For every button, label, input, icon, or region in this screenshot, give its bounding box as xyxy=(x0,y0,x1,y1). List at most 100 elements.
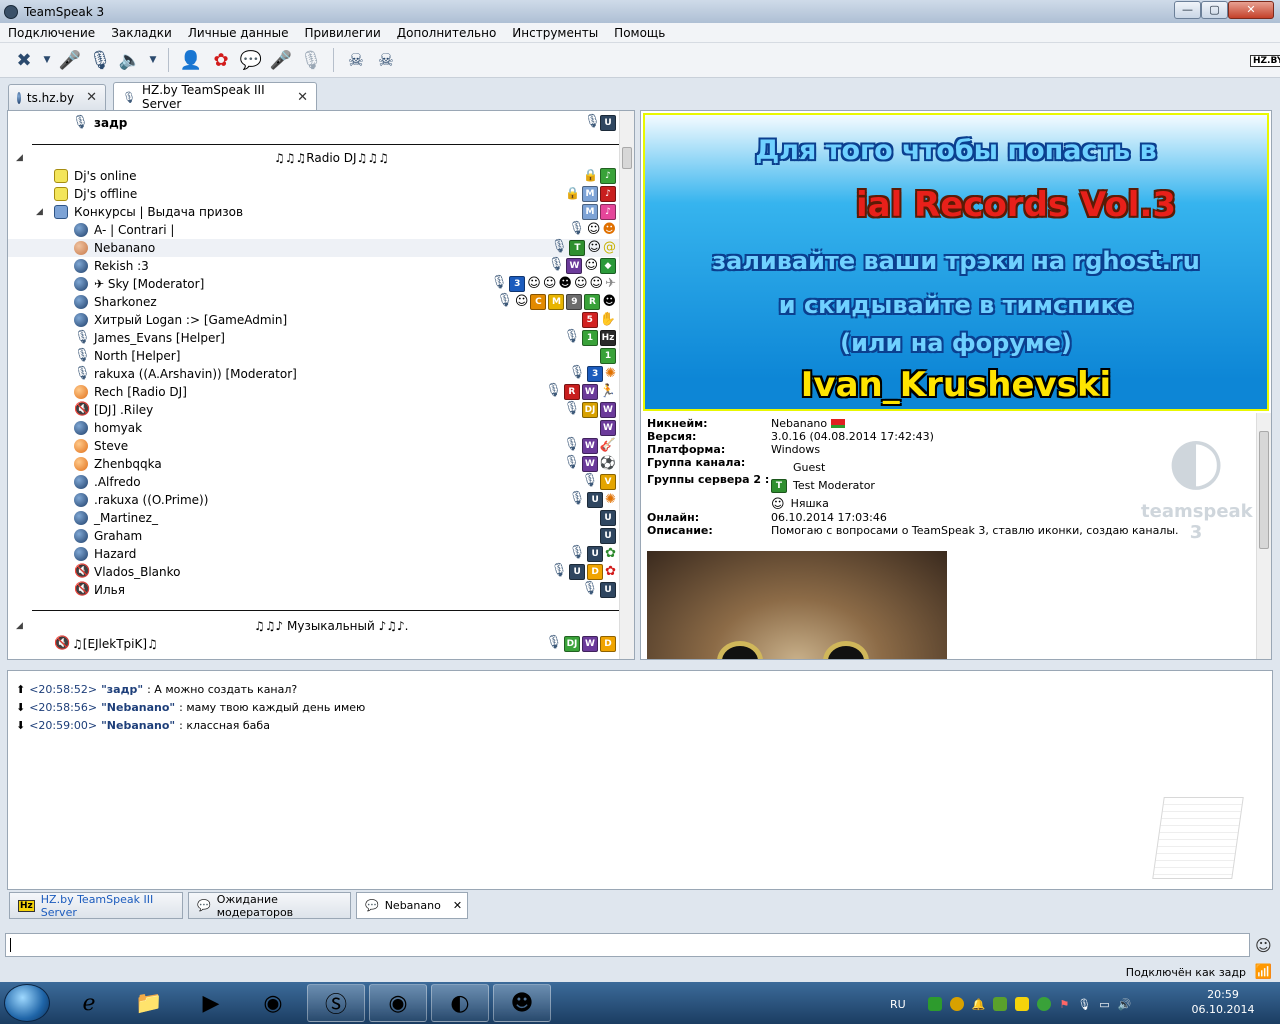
menu-help[interactable]: Помощь xyxy=(606,26,673,40)
mute-microphone-icon[interactable]: 🎙 xyxy=(88,48,112,72)
mute-tray-icon[interactable]: 🎙 xyxy=(1077,998,1091,1011)
skull-crossbones-icon[interactable]: ☠ xyxy=(374,48,398,72)
collapse-arrow-icon[interactable]: ◢ xyxy=(16,621,23,631)
tree-row[interactable]: Sharkonez 🎙 ☺ C M 9 R ☻ xyxy=(8,293,620,311)
chrome-icon[interactable]: ◉ xyxy=(244,984,302,1022)
tree-row[interactable]: ✈ Sky [Moderator] 🎙 3 ☺ ☺ ☻ ☺ ☺ ✈ xyxy=(8,275,620,293)
notification-icon[interactable]: 🔔 xyxy=(972,998,986,1011)
close-window-button[interactable]: ✕ xyxy=(1228,1,1274,19)
menu-connections[interactable]: Подключение xyxy=(0,26,103,40)
channel-tree[interactable]: 🎙 задр 🎙 U ◢ ♫♫♫Radio DJ♫♫♫ Dj's online 🔒… xyxy=(7,110,635,660)
volume-icon[interactable]: 🔊 xyxy=(1118,998,1132,1011)
away-icon[interactable]: 🎤 xyxy=(58,48,82,72)
close-tab-icon[interactable]: ✕ xyxy=(297,90,308,105)
tray-app-icon[interactable] xyxy=(1015,997,1030,1011)
chat-tab-private[interactable]: 💬 Nebanano ✕ xyxy=(356,892,468,919)
scroll-thumb[interactable] xyxy=(1259,431,1269,549)
badge-icon: D xyxy=(587,564,604,580)
tree-row[interactable]: Steve 🎙 W 🎸 xyxy=(8,437,620,455)
tree-row[interactable]: homyak W xyxy=(8,419,620,437)
tab-ts-hz-by[interactable]: ts.hz.by ✕ xyxy=(8,84,106,110)
nvidia-icon[interactable] xyxy=(993,997,1008,1011)
game-window-icon[interactable]: ☻ xyxy=(493,984,551,1022)
start-button[interactable] xyxy=(4,984,50,1022)
leaf-icon: ✿ xyxy=(605,546,616,561)
message-author[interactable]: "Nebanano" xyxy=(101,719,175,732)
chat-tab-channel[interactable]: 💬 Ожидание модераторов xyxy=(188,892,351,919)
tree-row[interactable]: Rech [Radio DJ] 🎙 R W 🏃 xyxy=(8,383,620,401)
tree-row[interactable]: Хитрый Logan :> [GameAdmin] 5 ✋ xyxy=(8,311,620,329)
info-scrollbar[interactable] xyxy=(1256,413,1271,659)
tree-row[interactable]: Dj's offline 🔒 M ♪ xyxy=(8,185,620,203)
tree-row[interactable]: .rakuxa ((O.Prime)) 🎙 U ✺ xyxy=(8,491,620,509)
record-icon[interactable]: 🎙 xyxy=(299,48,323,72)
internet-explorer-icon[interactable]: ℯ xyxy=(60,984,118,1022)
tree-row[interactable]: 🎙 задр 🎙 U xyxy=(8,114,620,132)
tree-row[interactable]: A- | Contrari | 🎙 ☺ ☻ xyxy=(8,221,620,239)
arrow-up-icon: ⬆ xyxy=(16,683,26,696)
message-author[interactable]: "задр" xyxy=(101,683,143,696)
tree-row[interactable]: 🎙 James_Evans [Helper] 🎙 1 Hz xyxy=(8,329,620,347)
collapse-arrow-icon[interactable]: ◢ xyxy=(16,153,23,163)
tree-row[interactable]: ◢ Конкурсы | Выдача призов M ♪ xyxy=(8,203,620,221)
chrome-window-icon[interactable]: ◉ xyxy=(369,984,427,1022)
tree-row[interactable]: 🔇 Илья 🎙 U xyxy=(8,581,620,599)
tree-row[interactable]: Hazard 🎙 U ✿ xyxy=(8,545,620,563)
teamspeak-window-icon[interactable]: ◐ xyxy=(431,984,489,1022)
dropdown-arrow-icon[interactable]: ▼ xyxy=(42,48,52,72)
menu-extras[interactable]: Дополнительно xyxy=(389,26,505,40)
tree-row[interactable]: Nebanano 🎙 T ☺ @ xyxy=(8,239,620,257)
chat-input[interactable] xyxy=(5,933,1250,957)
chat-tab-server[interactable]: Hz HZ.by TeamSpeak III Server xyxy=(9,892,183,919)
media-player-icon[interactable]: ▶ xyxy=(182,984,240,1022)
tree-row[interactable]: 🎙 rakuxa ((A.Arshavin)) [Moderator] 🎙 3 ✺ xyxy=(8,365,620,383)
maximize-button[interactable]: ▢ xyxy=(1201,1,1228,19)
menu-tools[interactable]: Инструменты xyxy=(504,26,606,40)
tree-scrollbar[interactable] xyxy=(619,111,634,659)
tray-app-icon[interactable] xyxy=(927,997,942,1011)
chrome-tray-icon[interactable] xyxy=(949,997,964,1011)
tree-row[interactable]: 🔇 ♫[EJlekTpiK]♫ 🎙 DJ W D xyxy=(8,635,620,653)
language-indicator[interactable]: RU xyxy=(890,998,906,1011)
tab-hz-server[interactable]: 🎙 HZ.by TeamSpeak III Server ✕ xyxy=(113,82,317,111)
minimize-button[interactable]: — xyxy=(1174,1,1201,19)
file-explorer-icon[interactable]: 📁 xyxy=(120,984,178,1022)
tree-row[interactable]: Graham U xyxy=(8,527,620,545)
badge-icon: W xyxy=(581,438,598,454)
menu-self[interactable]: Личные данные xyxy=(180,26,297,40)
arrow-down-icon: ⬇ xyxy=(16,701,26,714)
collapse-arrow-icon[interactable]: ◢ xyxy=(36,207,43,217)
tree-row[interactable]: Zhenbqqka 🎙 W ⚽ xyxy=(8,455,620,473)
skull-icon[interactable]: ☠ xyxy=(344,48,368,72)
menu-permissions[interactable]: Привилегии xyxy=(297,26,389,40)
cat-eye xyxy=(717,641,763,659)
close-tab-icon[interactable]: ✕ xyxy=(86,90,97,105)
tree-row[interactable]: 🔇 [DJ] .Riley 🎙 DJ W xyxy=(8,401,620,419)
tree-row[interactable]: .Alfredo 🎙 V xyxy=(8,473,620,491)
emoticon-icon[interactable]: ☺ xyxy=(1255,936,1272,955)
scroll-thumb[interactable] xyxy=(622,147,632,169)
close-tab-icon[interactable]: ✕ xyxy=(453,899,462,912)
spacer-row[interactable]: ◢ ♫♫♪ Музыкальный ♪♫♪. xyxy=(8,617,620,635)
clock[interactable]: 20:59 06.10.2014 xyxy=(1188,987,1258,1017)
maple-leaf-icon[interactable]: ✿ xyxy=(209,48,233,72)
menu-bookmarks[interactable]: Закладки xyxy=(103,26,180,40)
disconnect-icon[interactable]: ✖ xyxy=(12,48,36,72)
tree-row[interactable]: 🔇 Vlados_Blanko 🎙 U D ✿ xyxy=(8,563,620,581)
spacer-row[interactable]: ◢ ♫♫♫Radio DJ♫♫♫ xyxy=(8,149,620,167)
mute-speakers-icon[interactable]: 🔈 xyxy=(118,48,142,72)
tray-app-icon[interactable] xyxy=(1037,997,1052,1011)
info-row: T Test Moderator xyxy=(771,479,875,493)
talk-power-icon[interactable]: 🎤 xyxy=(269,48,293,72)
tree-row[interactable]: Dj's online 🔒 ♪ xyxy=(8,167,620,185)
dropdown-arrow-icon[interactable]: ▼ xyxy=(148,48,158,72)
message-author[interactable]: "Nebanano" xyxy=(101,701,175,714)
tree-row[interactable]: 🎙 North [Helper] 1 xyxy=(8,347,620,365)
identity-icon[interactable]: 👤 xyxy=(179,48,203,72)
monitor-icon[interactable]: ▭ xyxy=(1099,998,1109,1011)
tree-row[interactable]: _Martinez_ U xyxy=(8,509,620,527)
skype-icon[interactable]: Ⓢ xyxy=(307,984,365,1022)
tree-row[interactable]: Rekish :3 🎙 W ☺ ◆ xyxy=(8,257,620,275)
chat-bubble-icon[interactable]: 💬 xyxy=(239,48,263,72)
network-icon[interactable]: ⚑ xyxy=(1059,998,1069,1011)
